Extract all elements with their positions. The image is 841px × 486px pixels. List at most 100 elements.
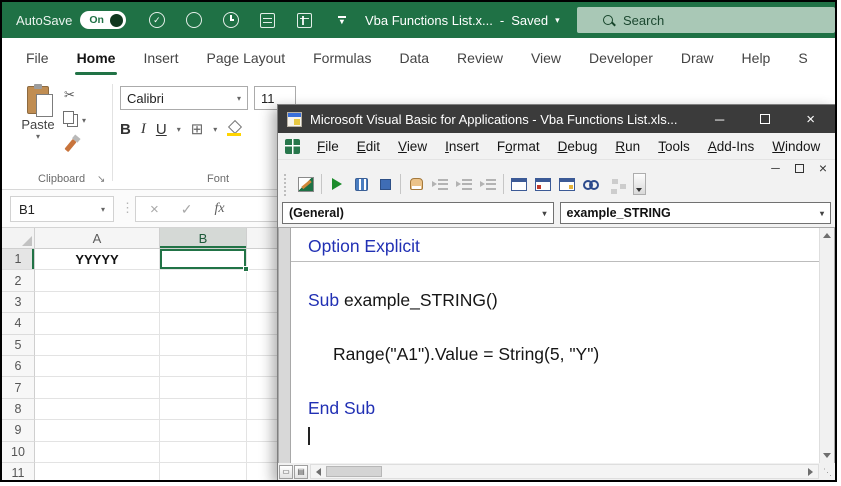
copy-dropdown-icon[interactable]: ▾ (82, 116, 86, 125)
minimize-icon[interactable]: ─ (715, 113, 724, 126)
clipboard-dialog-launcher-icon[interactable]: ↘ (97, 174, 105, 185)
cell-B4[interactable] (160, 313, 247, 334)
row-header-5[interactable]: 5 (2, 335, 35, 356)
horizontal-scroll-thumb[interactable] (326, 466, 382, 477)
underline-dropdown-icon[interactable]: ▾ (177, 125, 181, 134)
menu-debug[interactable]: Debug (549, 139, 607, 154)
check-circle-icon[interactable]: ✓ (148, 12, 165, 29)
italic-button[interactable]: I (141, 121, 146, 138)
column-header-a[interactable]: A (35, 228, 160, 249)
fill-handle[interactable] (243, 266, 249, 272)
object-browser-button[interactable] (555, 172, 579, 196)
tab-page-layout[interactable]: Page Layout (192, 38, 299, 78)
menu-view[interactable]: View (389, 139, 436, 154)
code-margin-bar[interactable] (279, 228, 291, 463)
cell-A3[interactable] (35, 292, 160, 313)
scroll-right-icon[interactable] (803, 465, 818, 478)
row-header-4[interactable]: 4 (2, 313, 35, 334)
select-all-corner[interactable] (2, 228, 35, 249)
menu-format[interactable]: Format (488, 139, 549, 154)
resize-grip-icon[interactable]: ⋱ (819, 464, 834, 479)
cell-A11[interactable] (35, 463, 160, 482)
row-header-11[interactable]: 11 (2, 463, 35, 482)
underline-button[interactable]: U (156, 121, 167, 138)
bold-button[interactable]: B (120, 121, 131, 138)
object-dropdown[interactable]: (General) ▾ (282, 202, 554, 224)
cell-A8[interactable] (35, 399, 160, 420)
format-painter-button[interactable] (64, 136, 73, 154)
cell-A10[interactable] (35, 442, 160, 463)
scroll-up-icon[interactable] (820, 228, 834, 243)
tab-insert[interactable]: Insert (129, 38, 192, 78)
view-microsoft-excel-button[interactable] (294, 172, 318, 196)
save-status[interactable]: Saved (511, 13, 548, 28)
cell-B6[interactable] (160, 356, 247, 377)
row-header-7[interactable]: 7 (2, 377, 35, 398)
tab-formulas[interactable]: Formulas (299, 38, 385, 78)
menu-help[interactable]: Help (829, 139, 837, 154)
reset-button[interactable] (373, 172, 397, 196)
cell-A6[interactable] (35, 356, 160, 377)
column-header-b[interactable]: B (160, 228, 247, 249)
autosave-control[interactable]: AutoSave On (16, 11, 126, 29)
cell-A4[interactable] (35, 313, 160, 334)
tab-help[interactable]: Help (728, 38, 785, 78)
horizontal-scrollbar[interactable] (310, 464, 819, 479)
tab-view[interactable]: View (517, 38, 575, 78)
cell-B7[interactable] (160, 377, 247, 398)
paste-button[interactable]: Paste ▾ (12, 84, 64, 164)
procedure-view-button[interactable]: ▭ (279, 465, 293, 479)
cell-B3[interactable] (160, 292, 247, 313)
row-header-2[interactable]: 2 (2, 270, 35, 291)
borders-button[interactable]: ⊞ (191, 120, 204, 138)
insert-function-icon[interactable]: fx (215, 201, 225, 217)
full-module-view-button[interactable]: ▤ (294, 465, 308, 479)
menu-addins[interactable]: Add-Ins (699, 139, 764, 154)
scroll-down-icon[interactable] (820, 448, 834, 463)
sheet-preview-icon[interactable] (259, 12, 276, 29)
cell-B11[interactable] (160, 463, 247, 482)
procedure-dropdown[interactable]: example_STRING ▾ (560, 202, 832, 224)
code-editor[interactable]: Option Explicit Sub example_STRING() Ran… (291, 228, 819, 463)
paste-dropdown-icon[interactable]: ▾ (36, 135, 40, 139)
project-explorer-button[interactable] (507, 172, 531, 196)
vba-titlebar[interactable]: Microsoft Visual Basic for Applications … (278, 105, 835, 133)
design-mode-button[interactable] (404, 172, 428, 196)
vertical-scroll-track[interactable] (820, 243, 834, 448)
object-dropdown-chevron-icon[interactable]: ▾ (542, 209, 546, 218)
font-name-dropdown-icon[interactable]: ▾ (237, 94, 241, 103)
row-header-9[interactable]: 9 (2, 420, 35, 441)
step-into-button[interactable] (428, 172, 452, 196)
cut-button[interactable]: ✂ (64, 86, 75, 104)
menu-window[interactable]: Window (763, 139, 829, 154)
find-button[interactable] (579, 172, 603, 196)
tab-developer[interactable]: Developer (575, 38, 667, 78)
close-icon[interactable]: × (806, 112, 815, 127)
enter-icon[interactable]: ✓ (181, 201, 193, 218)
formula-bar-grip[interactable]: ⋮ (121, 200, 134, 216)
menu-insert[interactable]: Insert (436, 139, 488, 154)
menu-tools[interactable]: Tools (649, 139, 699, 154)
cancel-icon[interactable]: × (150, 201, 159, 218)
save-status-chevron-icon[interactable]: ▾ (555, 15, 560, 26)
pivot-table-icon[interactable] (296, 12, 313, 29)
toolbar-grip[interactable] (284, 174, 288, 196)
borders-dropdown-icon[interactable]: ▾ (213, 125, 217, 134)
excel-app-icon[interactable] (285, 139, 300, 154)
fill-color-button[interactable] (227, 122, 241, 136)
scroll-left-icon[interactable] (311, 465, 326, 478)
menu-edit[interactable]: Edit (348, 139, 389, 154)
cell-B9[interactable] (160, 420, 247, 441)
tab-share-partial[interactable]: S (784, 38, 821, 78)
run-button[interactable] (325, 172, 349, 196)
mdi-restore-icon[interactable] (795, 164, 804, 173)
cell-B2[interactable] (160, 270, 247, 291)
mdi-close-icon[interactable]: × (819, 161, 827, 175)
font-name-combo[interactable]: Calibri ▾ (120, 86, 248, 110)
cell-A9[interactable] (35, 420, 160, 441)
row-header-3[interactable]: 3 (2, 292, 35, 313)
step-out-button[interactable] (476, 172, 500, 196)
cell-B8[interactable] (160, 399, 247, 420)
cell-A1[interactable]: YYYYY (35, 249, 160, 270)
tab-data[interactable]: Data (385, 38, 443, 78)
